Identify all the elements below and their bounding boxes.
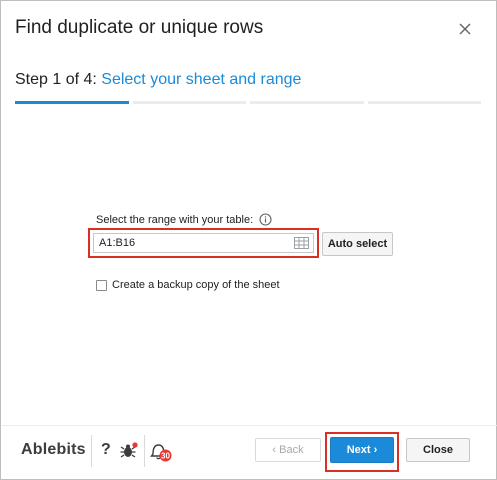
back-button[interactable]: ‹ Back xyxy=(255,438,321,462)
notifications-bell-icon[interactable]: 30 xyxy=(150,441,174,463)
select-range-grid-icon[interactable] xyxy=(294,237,309,249)
backup-option[interactable]: Create a backup copy of the sheet xyxy=(96,279,280,291)
footer-divider xyxy=(2,425,497,426)
brand-logo: Ablebits xyxy=(21,441,86,458)
bug-report-icon[interactable] xyxy=(119,441,139,461)
progress-segment-4 xyxy=(367,101,481,104)
range-input[interactable] xyxy=(99,237,279,249)
info-icon[interactable] xyxy=(259,213,272,226)
step-indicator: Step 1 of 4: Select your sheet and range xyxy=(15,71,301,89)
range-label-row: Select the range with your table: xyxy=(96,213,272,226)
step-prefix: Step 1 of 4: xyxy=(15,71,102,88)
progress-segment-1 xyxy=(15,101,129,104)
help-icon[interactable]: ? xyxy=(101,441,111,459)
next-button[interactable]: Next › xyxy=(330,437,394,463)
dialog-title: Find duplicate or unique rows xyxy=(15,17,264,38)
close-icon[interactable] xyxy=(453,17,477,41)
close-button[interactable]: Close xyxy=(406,438,470,462)
dialog: Find duplicate or unique rows Step 1 of … xyxy=(0,0,497,480)
footer-separator xyxy=(91,435,92,467)
notification-count: 30 xyxy=(161,451,170,460)
range-label: Select the range with your table: xyxy=(96,213,254,226)
backup-label: Create a backup copy of the sheet xyxy=(112,279,280,291)
range-input-highlight xyxy=(88,228,319,258)
auto-select-button[interactable]: Auto select xyxy=(322,232,393,256)
step-name: Select your sheet and range xyxy=(101,71,302,88)
progress-segment-2 xyxy=(132,101,246,104)
range-input-box xyxy=(93,233,314,253)
progress-segment-3 xyxy=(250,101,364,104)
footer-separator-2 xyxy=(144,435,145,467)
step-progress-bar xyxy=(15,101,481,104)
backup-checkbox[interactable] xyxy=(96,279,107,291)
